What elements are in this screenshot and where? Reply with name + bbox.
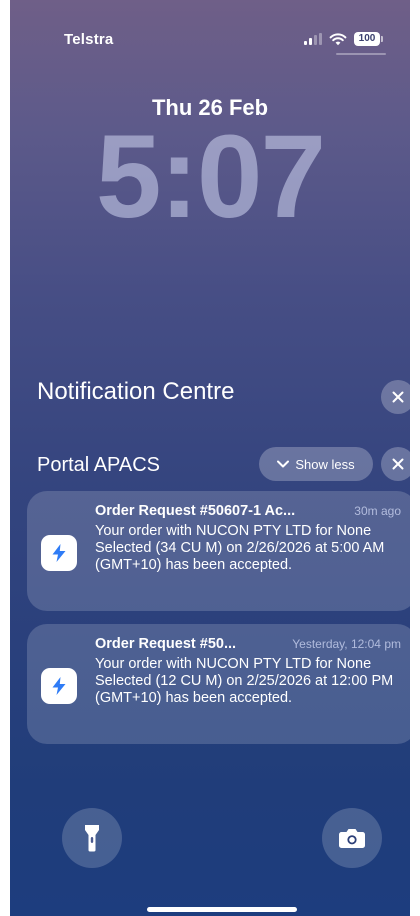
show-less-button[interactable]: Show less xyxy=(259,447,373,481)
status-underline xyxy=(336,53,386,55)
screen-border-left xyxy=(0,0,10,916)
show-less-label: Show less xyxy=(295,456,355,472)
screen-border-right xyxy=(410,0,420,916)
notification-body: Your order with NUCON PTY LTD for None S… xyxy=(95,656,394,706)
close-icon xyxy=(392,458,404,470)
notification-time: 30m ago xyxy=(354,504,401,518)
notification-title: Order Request #50607-1 Ac... xyxy=(95,503,296,519)
notification-body: Your order with NUCON PTY LTD for None S… xyxy=(95,523,385,573)
app-group-title: Portal APACS xyxy=(37,454,161,476)
lightning-app-icon xyxy=(41,668,77,704)
close-icon xyxy=(392,391,404,403)
notification-card[interactable]: Order Request #50607-1 Ac... 30m ago You… xyxy=(27,491,417,611)
notification-card[interactable]: Order Request #50... Yesterday, 12:04 pm… xyxy=(27,624,417,744)
camera-icon xyxy=(339,829,365,848)
notification-title: Order Request #50... xyxy=(95,636,237,652)
flashlight-icon xyxy=(85,825,99,852)
chevron-down-icon xyxy=(277,460,290,468)
lightning-app-icon xyxy=(41,535,77,571)
wifi-icon xyxy=(329,33,347,46)
notification-time: Yesterday, 12:04 pm xyxy=(292,637,401,651)
flashlight-button[interactable] xyxy=(62,808,122,868)
camera-button[interactable] xyxy=(322,808,382,868)
status-icons: 100 xyxy=(304,29,383,49)
carrier-name: Telstra xyxy=(64,31,114,48)
home-indicator[interactable] xyxy=(147,907,297,912)
signal-icon xyxy=(304,33,322,45)
lock-clock: 5:07 xyxy=(95,111,326,243)
lock-screen: Telstra 100 Thu 26 Feb 5:07 Notification… xyxy=(0,0,420,916)
notification-centre-title: Notification Centre xyxy=(37,378,235,405)
battery-icon: 100 xyxy=(354,32,383,46)
